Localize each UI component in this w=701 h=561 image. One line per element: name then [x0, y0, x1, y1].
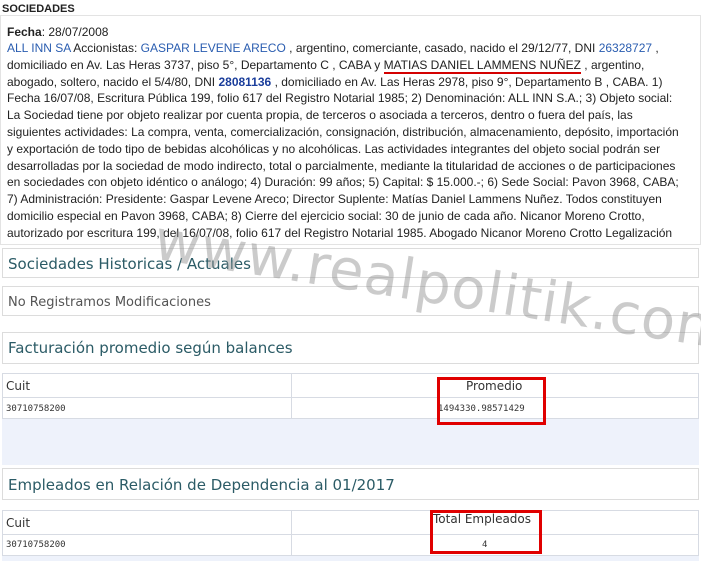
- section-title-historicas: Sociedades Historicas / Actuales: [8, 255, 251, 273]
- sociedades-header: SOCIEDADES: [2, 3, 75, 15]
- fecha-line: Fecha: 28/07/2008: [7, 25, 109, 39]
- emp-cuit-value: 30710758200: [6, 540, 66, 550]
- facturacion-table: Cuit Promedio 30710758200 1494330.985714…: [2, 373, 699, 465]
- person-link-gaspar[interactable]: GASPAR LEVENE ARECO: [141, 41, 286, 55]
- empleados-table: Cuit Total Empleados 30710758200 4: [2, 510, 699, 561]
- fecha-label: Fecha: [7, 25, 42, 39]
- fact-cuit-value: 30710758200: [6, 404, 66, 414]
- fecha-value: 28/07/2008: [48, 25, 109, 39]
- dni-link-2[interactable]: 28081136: [218, 75, 271, 89]
- section-modificaciones: No Registramos Modificaciones: [2, 286, 699, 316]
- text-seg4: , domiciliado en Av. Las Heras 2978, pis…: [7, 74, 679, 244]
- results-area: Sociedades Historicas / Actuales No Regi…: [0, 246, 701, 561]
- section-facturacion: Facturación promedio según balances: [2, 332, 699, 364]
- sociedades-panel: SOCIEDADES Fecha: 28/07/2008 ALL INN SA …: [0, 0, 701, 248]
- fact-th-cuit-cell: [2, 373, 292, 398]
- section-title-facturacion: Facturación promedio según balances: [8, 339, 293, 357]
- dni-link-1[interactable]: 26328727: [599, 41, 652, 55]
- person-matias-underlined: MATIAS DANIEL LAMMENS NUÑEZ: [383, 57, 581, 74]
- sociedades-body: Fecha: 28/07/2008 ALL INN SA Accionistas…: [0, 15, 701, 245]
- modificaciones-text: No Registramos Modificaciones: [8, 295, 211, 310]
- text-seg1: , argentino, comerciante, casado, nacido…: [289, 41, 596, 55]
- highlight-box-empleados: [430, 510, 542, 554]
- company-link[interactable]: ALL INN SA: [7, 41, 71, 55]
- highlight-box-promedio: [437, 377, 546, 425]
- section-empleados: Empleados en Relación de Dependencia al …: [2, 468, 699, 500]
- fact-col-cuit: Cuit: [6, 379, 31, 393]
- section-historicas[interactable]: Sociedades Historicas / Actuales: [2, 248, 699, 278]
- accionistas-label: Accionistas:: [73, 41, 138, 55]
- sociedad-description: ALL INN SA Accionistas: GASPAR LEVENE AR…: [7, 40, 687, 244]
- emp-th-cuit-cell: [2, 510, 292, 535]
- section-title-empleados: Empleados en Relación de Dependencia al …: [8, 476, 395, 494]
- emp-col-cuit: Cuit: [6, 516, 31, 530]
